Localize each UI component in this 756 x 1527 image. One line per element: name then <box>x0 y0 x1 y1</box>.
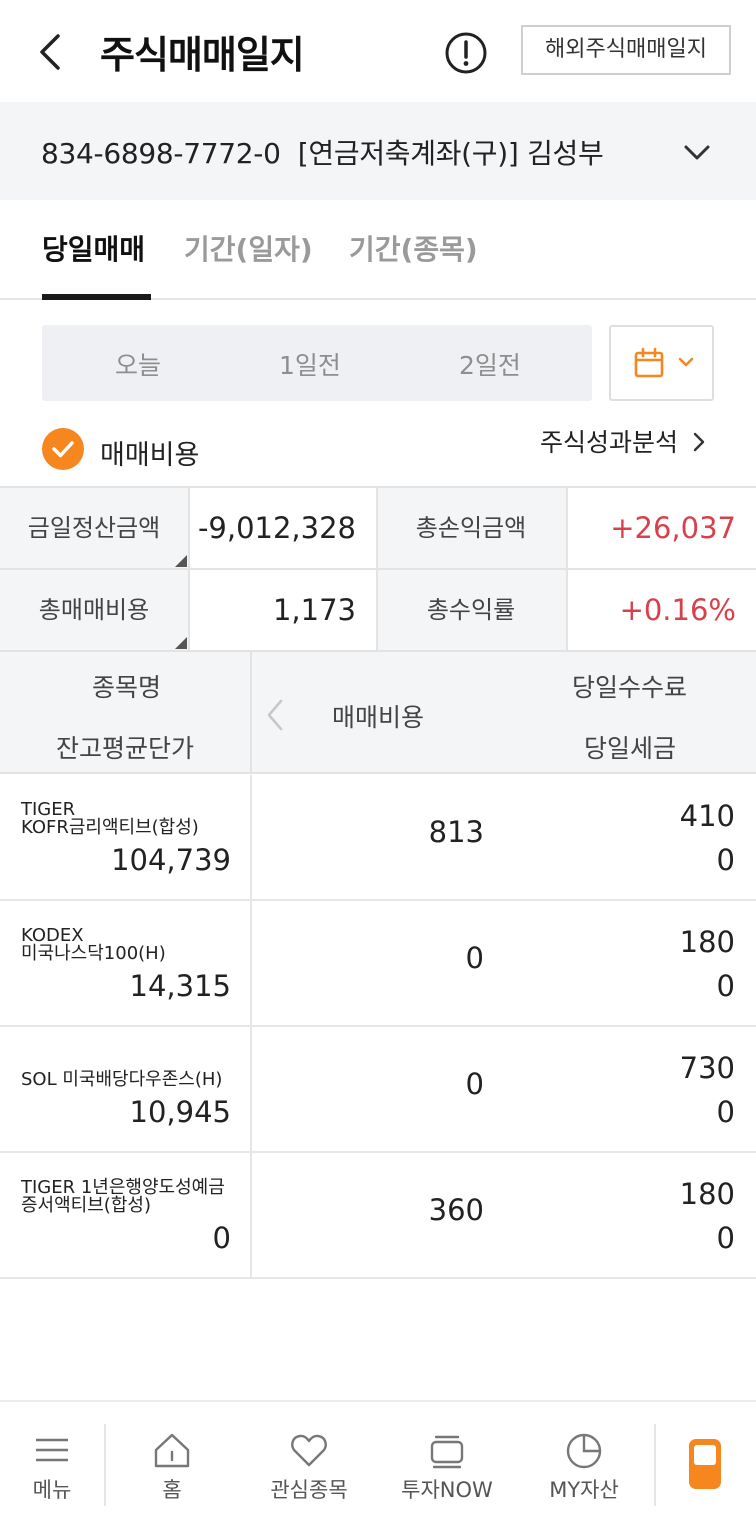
nav-my-assets[interactable]: MY자산 <box>514 1402 654 1527</box>
nav-menu[interactable]: 메뉴 <box>0 1402 104 1527</box>
table-row[interactable]: KODEX 미국나스닥100(H) 14,315 0 180 0 <box>0 901 756 1027</box>
heart-icon <box>291 1434 327 1467</box>
total-cost-value: 1,173 <box>188 570 376 652</box>
info-button[interactable] <box>444 31 488 75</box>
calendar-icon <box>634 347 664 378</box>
check-icon <box>52 441 74 458</box>
nav-watchlist[interactable]: 관심종목 <box>238 1402 380 1527</box>
summary-divider <box>188 488 190 652</box>
daily-fee: 180 <box>679 925 735 959</box>
trade-cost: 0 <box>465 941 484 975</box>
phone-icon <box>689 1439 721 1489</box>
scroll-left-icon[interactable] <box>263 697 287 733</box>
performance-analysis-link[interactable]: 주식성과분석 <box>540 423 708 459</box>
daily-tax: 0 <box>716 1095 735 1129</box>
stock-name: TIGER KOFR금리액티브(합성) <box>21 799 199 838</box>
tab-today[interactable]: 당일매매 <box>42 228 145 268</box>
account-text: 834-6898-7772-0 [연금저축계좌(구)] 김성부 <box>41 137 604 170</box>
total-cost-label: 총매매비용 <box>0 570 188 652</box>
table-header-divider <box>250 652 252 774</box>
avg-price: 104,739 <box>111 843 231 877</box>
exclamation-circle-icon <box>445 32 487 74</box>
summary-divider <box>376 488 378 652</box>
daily-tax: 0 <box>716 969 735 1003</box>
tab-period-date[interactable]: 기간(일자) <box>184 228 313 268</box>
daily-fee: 180 <box>679 1177 735 1211</box>
pie-chart-icon <box>566 1433 602 1469</box>
chevron-right-icon <box>693 432 705 452</box>
trade-cost: 813 <box>428 815 484 849</box>
expand-corner-icon[interactable] <box>175 555 187 567</box>
table-row[interactable]: SOL 미국배당다우존스(H) 10,945 0 730 0 <box>0 1027 756 1153</box>
total-pl-label: 총손익금액 <box>376 488 566 570</box>
stack-icon <box>430 1435 464 1469</box>
stock-name: KODEX 미국나스닥100(H) <box>21 925 166 964</box>
header-daily-tax: 당일세금 <box>584 734 677 763</box>
chevron-down-icon[interactable] <box>680 136 714 170</box>
performance-analysis-label: 주식성과분석 <box>540 428 679 457</box>
nav-phone[interactable] <box>656 1402 756 1527</box>
nav-home-label: 홈 <box>162 1478 182 1502</box>
avg-price: 10,945 <box>129 1095 231 1129</box>
nav-invest-now[interactable]: 투자NOW <box>380 1402 514 1527</box>
avg-price: 0 <box>212 1221 231 1255</box>
stock-name: SOL 미국배당다우존스(H) <box>21 1069 223 1090</box>
row-divider <box>250 1153 252 1277</box>
row-divider <box>250 775 252 899</box>
header-stock-name: 종목명 <box>92 673 162 702</box>
row-divider <box>250 901 252 1025</box>
expand-corner-icon[interactable] <box>175 637 187 649</box>
home-icon <box>154 1433 190 1468</box>
header-trade-cost: 매매비용 <box>332 703 425 732</box>
table-row[interactable]: TIGER KOFR금리액티브(합성) 104,739 813 410 0 <box>0 775 756 901</box>
page-title: 주식매매일지 <box>100 33 305 77</box>
stock-name: TIGER 1년은행양도성예금 증서액티브(합성) <box>21 1177 225 1216</box>
nav-invest-now-label: 투자NOW <box>401 1478 493 1502</box>
table-row[interactable]: TIGER 1년은행양도성예금 증서액티브(합성) 0 360 180 0 <box>0 1153 756 1279</box>
header-avg-price: 잔고평균단가 <box>56 734 195 763</box>
daily-tax: 0 <box>716 843 735 877</box>
day-2-before-button[interactable]: 2일전 <box>459 346 521 382</box>
settle-amount-value: -9,012,328 <box>188 488 376 570</box>
total-pl-value: +26,037 <box>566 488 756 570</box>
nav-home[interactable]: 홈 <box>106 1402 238 1527</box>
settle-amount-label: 금일정산금액 <box>0 488 188 570</box>
tab-period-stock[interactable]: 기간(종목) <box>349 228 478 268</box>
row-divider <box>250 1027 252 1151</box>
return-rate-value: +0.16% <box>566 570 756 652</box>
trade-cost: 0 <box>465 1067 484 1101</box>
calendar-button[interactable] <box>609 325 714 401</box>
daily-fee: 730 <box>679 1051 735 1085</box>
bottom-navigation: 메뉴 홈 관심종목 투자NOW MY자산 <box>0 1400 756 1525</box>
tab-active-indicator <box>42 294 151 300</box>
nav-watchlist-label: 관심종목 <box>270 1478 348 1502</box>
app-header: 주식매매일지 해외주식매매일지 <box>0 0 756 102</box>
nav-menu-label: 메뉴 <box>32 1478 72 1502</box>
chevron-down-icon <box>678 357 694 367</box>
nav-my-assets-label: MY자산 <box>549 1478 619 1502</box>
return-rate-label: 총수익률 <box>376 570 566 652</box>
back-button[interactable] <box>30 26 74 78</box>
day-today-button[interactable]: 오늘 <box>115 346 161 382</box>
summary-divider <box>566 488 568 652</box>
header-daily-fee: 당일수수료 <box>572 673 688 702</box>
daily-tax: 0 <box>716 1221 735 1255</box>
trade-cost: 360 <box>428 1193 484 1227</box>
daily-fee: 410 <box>679 799 735 833</box>
chevron-left-icon <box>40 34 60 70</box>
fee-checkbox[interactable] <box>42 428 84 470</box>
menu-icon <box>36 1438 68 1462</box>
foreign-journal-button[interactable]: 해외주식매매일지 <box>521 25 731 75</box>
account-selector[interactable]: 834-6898-7772-0 [연금저축계좌(구)] 김성부 <box>0 102 756 200</box>
day-1-before-button[interactable]: 1일전 <box>279 346 341 382</box>
fee-checkbox-label[interactable]: 매매비용 <box>100 433 199 472</box>
avg-price: 14,315 <box>129 969 231 1003</box>
